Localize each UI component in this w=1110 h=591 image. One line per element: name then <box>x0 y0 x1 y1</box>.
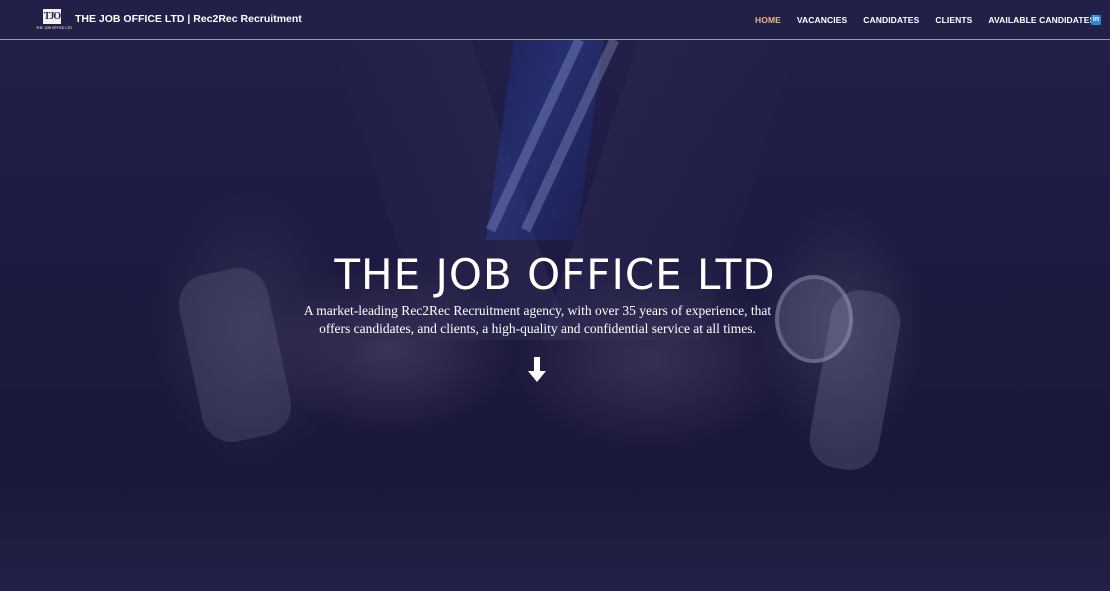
logo-subtext: THE JOB OFFICE LTD <box>36 26 72 30</box>
arrow-down-icon[interactable] <box>526 356 548 384</box>
main-nav: HOME VACANCIES CANDIDATES CLIENTS AVAILA… <box>755 15 1095 25</box>
site-title[interactable]: THE JOB OFFICE LTD | Rec2Rec Recruitment <box>75 13 302 25</box>
nav-item-home[interactable]: HOME <box>755 15 781 25</box>
linkedin-icon[interactable]: in <box>1091 15 1101 25</box>
hero-title: THE JOB OFFICE LTD <box>334 250 776 299</box>
arrow-down-icon-svg <box>528 357 546 382</box>
site-logo[interactable]: TJO THE JOB OFFICE LTD <box>36 9 72 31</box>
logo-mark: TJO <box>43 9 61 24</box>
nav-item-candidates[interactable]: CANDIDATES <box>863 15 919 25</box>
page: TJO THE JOB OFFICE LTD THE JOB OFFICE LT… <box>0 0 1110 591</box>
nav-item-clients[interactable]: CLIENTS <box>935 15 972 25</box>
nav-item-vacancies[interactable]: VACANCIES <box>797 15 847 25</box>
nav-item-available-candidates[interactable]: AVAILABLE CANDIDATES <box>988 15 1095 25</box>
hero-subtitle: A market-leading Rec2Rec Recruitment age… <box>303 303 772 336</box>
hero-bottom-shade <box>0 480 1110 591</box>
site-header: TJO THE JOB OFFICE LTD THE JOB OFFICE LT… <box>0 0 1110 40</box>
